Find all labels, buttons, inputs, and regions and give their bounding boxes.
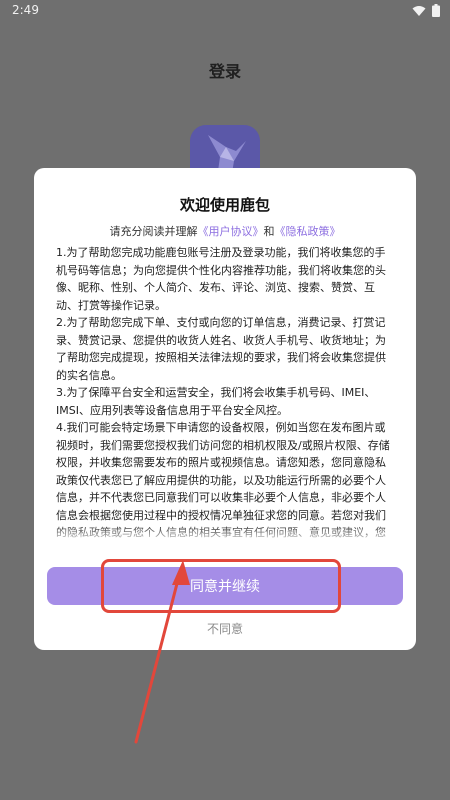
annotation-arrow-icon bbox=[134, 560, 190, 744]
